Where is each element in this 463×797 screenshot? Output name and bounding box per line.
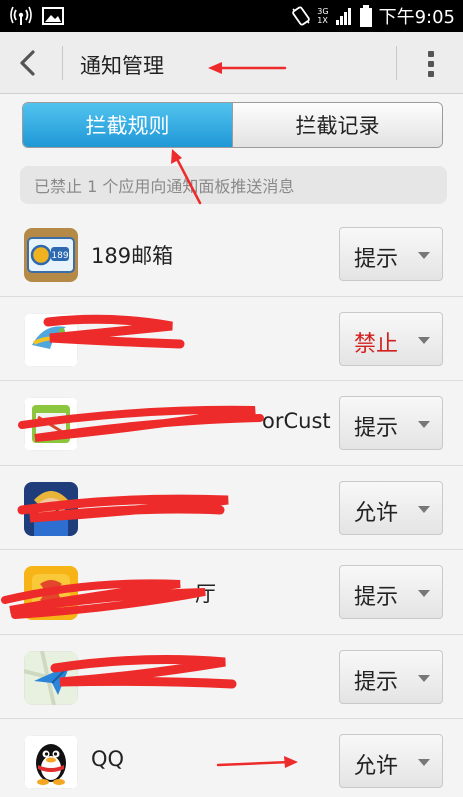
status-label: 提示 [354, 247, 399, 272]
tab-intercept-rules[interactable]: 拦截规则 [23, 103, 232, 147]
notify-status-dropdown[interactable]: 允许 [339, 734, 443, 788]
android-app-icon [24, 397, 78, 451]
overflow-menu-icon[interactable] [420, 47, 442, 81]
dropdown-caret-icon [418, 505, 430, 513]
status-label: 提示 [354, 585, 399, 610]
notify-status-dropdown[interactable]: 禁止 [339, 311, 443, 366]
network-indicator: 3G 1X [317, 7, 328, 25]
list-item[interactable]: 189 189邮箱 提示 [0, 212, 463, 297]
signal-icon [335, 5, 353, 27]
vibrate-icon [291, 5, 311, 27]
battery-icon [359, 4, 373, 28]
status-label: 提示 [354, 416, 399, 441]
app-name: 189邮箱 [91, 244, 174, 268]
app-name: orCust [262, 409, 331, 433]
clock: 下午9:05 [378, 7, 455, 28]
divider [396, 46, 397, 80]
qq-penguin-icon [24, 735, 78, 789]
dropdown-caret-icon [418, 759, 430, 766]
page-title: 通知管理 [80, 54, 164, 78]
map-plane-icon [24, 650, 78, 705]
network-type-bottom: 1X [317, 16, 328, 25]
action-bar: 通知管理 [0, 32, 463, 94]
segmented-tabs: 拦截规则 拦截记录 [22, 102, 443, 148]
wifi-hotspot-icon [10, 6, 32, 26]
dropdown-caret-icon [418, 674, 430, 682]
app-name: QQ [91, 747, 125, 771]
status-label: 允许 [354, 500, 399, 526]
list-item[interactable]: 允许 [0, 465, 463, 550]
list-item[interactable]: orCust 提示 [0, 381, 463, 466]
notify-status-dropdown[interactable]: 提示 [339, 649, 443, 704]
game-character-icon [24, 481, 78, 536]
svg-text:189: 189 [51, 251, 68, 261]
notify-status-dropdown[interactable]: 提示 [339, 565, 443, 619]
notify-status-dropdown[interactable]: 允许 [339, 480, 443, 535]
status-label: 提示 [354, 669, 399, 695]
notify-status-dropdown[interactable]: 提示 [339, 227, 443, 281]
tab-intercept-records[interactable]: 拦截记录 [232, 103, 442, 147]
list-item[interactable]: 提示 [0, 634, 463, 719]
mail-189-icon: 189 [24, 228, 78, 282]
dropdown-caret-icon [418, 421, 430, 428]
orange-app-icon [24, 566, 78, 620]
chevron-left-icon[interactable] [14, 48, 44, 78]
blocked-notice: 已禁止 1 个应用向通知面板推送消息 [20, 166, 447, 204]
status-bar: 3G 1X 下午9:05 [0, 0, 463, 32]
dropdown-caret-icon [418, 590, 430, 597]
image-icon [42, 6, 64, 26]
list-item[interactable]: QQ 允许 [0, 719, 463, 797]
app-bird-icon [24, 312, 78, 367]
annotation-arrowhead [171, 149, 182, 164]
divider [62, 46, 63, 80]
dropdown-caret-icon [418, 252, 430, 259]
list-item[interactable]: 禁止 [0, 296, 463, 381]
status-label: 允许 [354, 754, 399, 779]
notify-status-dropdown[interactable]: 提示 [339, 396, 443, 450]
network-type-top: 3G [317, 7, 329, 16]
dropdown-caret-icon [418, 336, 430, 344]
list-item[interactable]: 厅 提示 [0, 550, 463, 635]
status-label: 禁止 [354, 331, 399, 357]
app-name: 厅 [195, 582, 216, 606]
app-list: 189 189邮箱 提示 禁止 orCust 提示 允许 厅 提示 提示 QQ … [0, 212, 463, 797]
